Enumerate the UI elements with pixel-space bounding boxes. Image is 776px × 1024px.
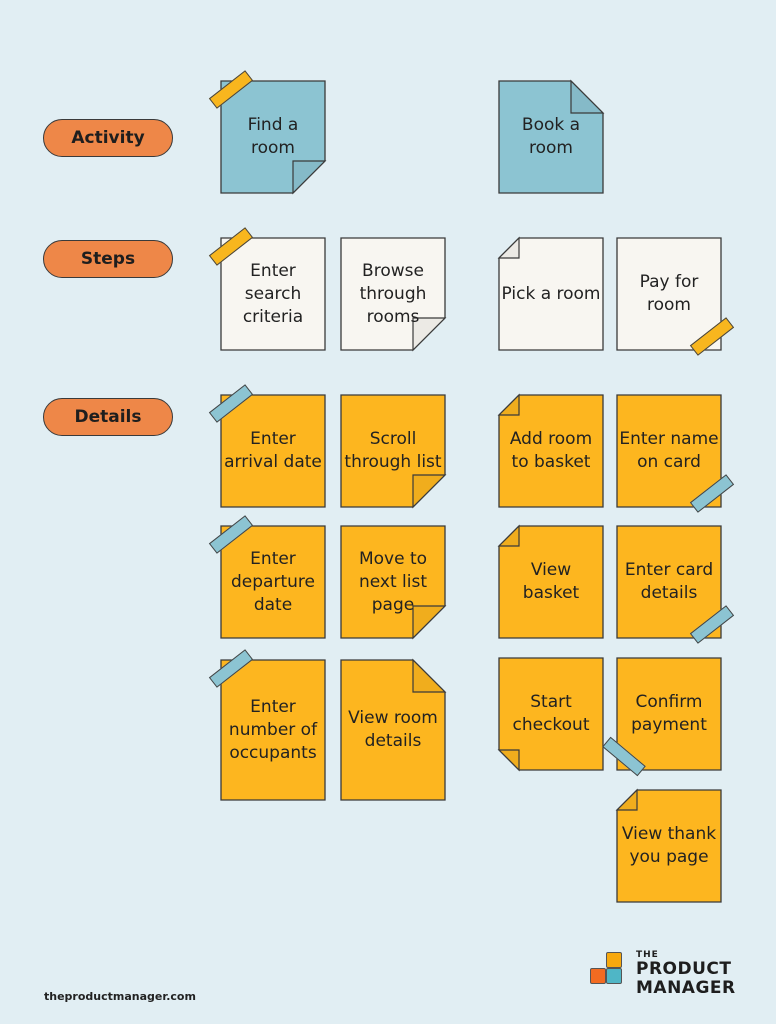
sticky-note[interactable]: View basket bbox=[497, 524, 604, 639]
note-label: View room details bbox=[348, 708, 438, 751]
note-label: Enter card details bbox=[624, 560, 714, 603]
note-fold-corner bbox=[412, 474, 447, 509]
note-label: Move to next list page bbox=[358, 548, 428, 615]
sticky-note[interactable]: Move to next list page bbox=[340, 525, 447, 640]
sticky-note[interactable]: Start checkout bbox=[497, 657, 604, 772]
note-label: Pick a room bbox=[501, 283, 601, 304]
sticky-note[interactable]: Enter number of occupants bbox=[220, 659, 326, 801]
note-label: Pay for room bbox=[639, 272, 699, 315]
sticky-note[interactable]: Enter departure date bbox=[220, 525, 326, 639]
note-label: Enter name on card bbox=[619, 429, 719, 472]
sticky-note[interactable]: Browse through rooms bbox=[340, 237, 447, 352]
note-label: Enter number of occupants bbox=[228, 696, 318, 763]
note-label: Enter search criteria bbox=[242, 260, 304, 327]
note-label: Find a room bbox=[247, 115, 299, 158]
note-label: Book a room bbox=[521, 115, 581, 158]
logo-product: PRODUCT bbox=[636, 959, 732, 979]
note-fold-corner bbox=[292, 160, 327, 195]
note-fold-corner bbox=[497, 749, 520, 772]
logo-square-teal bbox=[606, 968, 622, 984]
note-label: Enter arrival date bbox=[224, 429, 322, 472]
sticky-note[interactable]: Pick a room bbox=[497, 236, 604, 351]
row-label-steps: Steps bbox=[43, 240, 173, 278]
logo-manager: MANAGER bbox=[636, 978, 736, 998]
sticky-note[interactable]: Enter search criteria bbox=[220, 237, 326, 351]
note-label: Confirm payment bbox=[631, 692, 707, 735]
sticky-note[interactable]: Enter arrival date bbox=[220, 394, 326, 508]
row-label-activity: Activity bbox=[43, 119, 173, 157]
note-label: Browse through rooms bbox=[359, 260, 427, 327]
sticky-note[interactable]: Add room to basket bbox=[497, 393, 604, 508]
note-fold-corner bbox=[570, 79, 605, 114]
sticky-note[interactable]: Book a room bbox=[498, 79, 605, 194]
note-fold-corner bbox=[497, 393, 520, 416]
sticky-note[interactable]: Confirm payment bbox=[616, 657, 722, 771]
note-label: Start checkout bbox=[512, 692, 590, 735]
sticky-note[interactable]: Scroll through list bbox=[340, 394, 447, 509]
sticky-note[interactable]: View room details bbox=[340, 658, 447, 801]
note-label: Scroll through list bbox=[344, 429, 442, 472]
note-fold-corner bbox=[497, 236, 520, 259]
footer-url[interactable]: theproductmanager.com bbox=[44, 990, 196, 1003]
note-label: Enter departure date bbox=[231, 548, 315, 615]
note-fold-corner bbox=[615, 788, 638, 811]
logo-square-yellow bbox=[606, 952, 622, 968]
logo-wordmark: THE PRODUCT MANAGER bbox=[636, 950, 736, 998]
note-fold-corner bbox=[412, 658, 447, 693]
note-label: Add room to basket bbox=[509, 429, 593, 472]
row-label-details: Details bbox=[43, 398, 173, 436]
note-label: View thank you page bbox=[621, 824, 717, 867]
sticky-note[interactable]: View thank you page bbox=[615, 788, 722, 903]
sticky-note[interactable]: Find a room bbox=[220, 80, 327, 195]
note-label: View basket bbox=[522, 560, 580, 603]
note-fold-corner bbox=[497, 524, 520, 547]
logo-square-orange bbox=[590, 968, 606, 984]
